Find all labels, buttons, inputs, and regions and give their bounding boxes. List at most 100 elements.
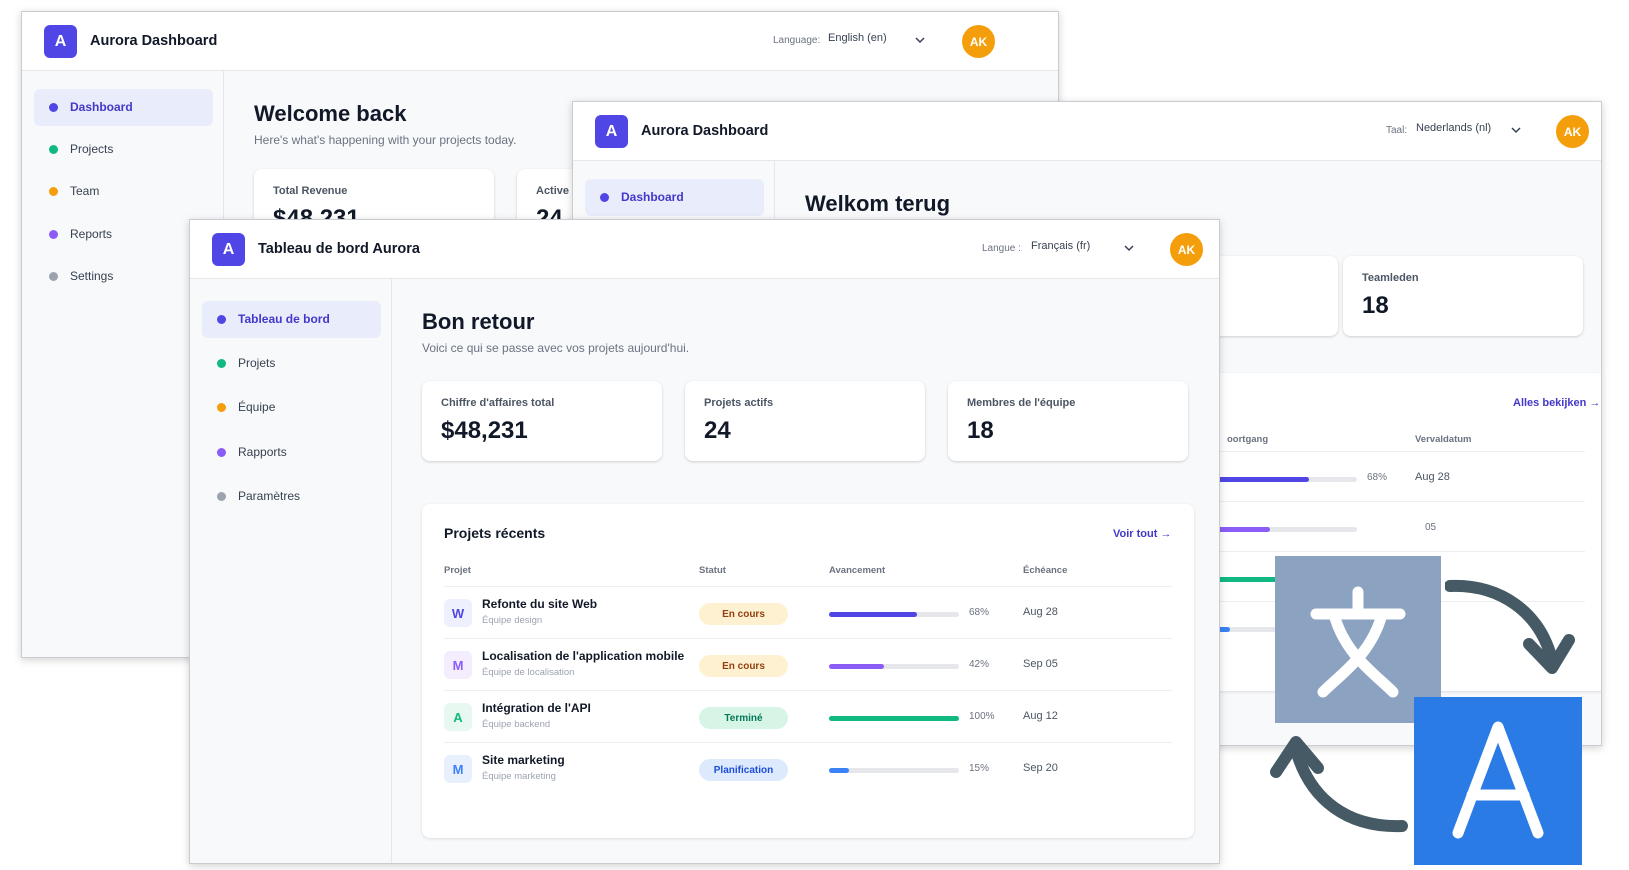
user-avatar[interactable]: AK xyxy=(962,25,995,58)
table-row[interactable]: A Intégration de l'API Équipe backend Te… xyxy=(444,690,1172,742)
app-logo: A xyxy=(44,25,77,58)
sidebar-item-label: Projects xyxy=(70,142,114,156)
progress-bar xyxy=(829,768,959,773)
nav-dot-icon xyxy=(217,403,226,412)
app-header: A Aurora Dashboard Taal: Nederlands (nl)… xyxy=(573,102,1601,161)
project-name[interactable]: Refonte du site Web xyxy=(482,597,597,611)
project-team: Équipe backend xyxy=(482,719,551,730)
page-title: Welkom terug xyxy=(805,191,951,216)
project-avatar: M xyxy=(444,755,472,783)
table-row[interactable]: M Site marketing Équipe marketing Planif… xyxy=(444,742,1172,794)
stat-label: Total Revenue xyxy=(273,185,348,197)
sidebar-item-settings[interactable]: Settings xyxy=(34,258,213,295)
due-date: Sep 20 xyxy=(1023,762,1058,774)
user-avatar[interactable]: AK xyxy=(1170,233,1203,266)
project-name[interactable]: Intégration de l'API xyxy=(482,701,591,715)
stat-card-team-members: Teamleden 18 xyxy=(1343,256,1583,336)
due-date-partial: 05 xyxy=(1425,522,1437,533)
due-date: Aug 28 xyxy=(1415,471,1450,483)
translate-target-icon xyxy=(1414,697,1582,865)
progress-percent: 42% xyxy=(969,659,990,670)
project-name[interactable]: Site marketing xyxy=(482,753,565,767)
table-row[interactable]: W Refonte du site Web Équipe design En c… xyxy=(444,586,1172,638)
stat-label: Chiffre d'affaires total xyxy=(441,397,555,409)
project-team: Équipe design xyxy=(482,615,543,626)
view-all-link[interactable]: Voir tout → xyxy=(1113,528,1171,540)
app-logo: A xyxy=(212,233,245,266)
nav-dot-icon xyxy=(49,230,58,239)
sidebar-item-projects[interactable]: Projets xyxy=(202,345,381,382)
sidebar-item-label: Rapports xyxy=(238,445,287,459)
language-label: Language: xyxy=(773,35,821,46)
table-row[interactable]: M Localisation de l'application mobile É… xyxy=(444,638,1172,690)
sidebar-item-dashboard[interactable]: Dashboard xyxy=(34,89,213,126)
column-header-due: Échéance xyxy=(1023,565,1068,576)
app-header: A Aurora Dashboard Language: English (en… xyxy=(22,12,1058,71)
app-header: A Tableau de bord Aurora Langue : França… xyxy=(190,220,1219,279)
sidebar-item-label: Équipe xyxy=(238,400,276,414)
project-avatar: W xyxy=(444,599,472,627)
stat-card-active-projects: Projets actifs 24 xyxy=(685,381,925,461)
sidebar-item-projects[interactable]: Projects xyxy=(34,131,213,168)
recent-projects-panel: Projets récents Voir tout → Projet Statu… xyxy=(422,504,1194,838)
sidebar-item-reports[interactable]: Rapports xyxy=(202,434,381,471)
status-badge: En cours xyxy=(699,603,788,625)
column-header-progress: oortgang xyxy=(1227,434,1269,445)
chevron-down-icon[interactable] xyxy=(1123,242,1135,254)
sidebar-item-label: Dashboard xyxy=(621,190,684,204)
nav-dot-icon xyxy=(217,315,226,324)
progress-percent: 68% xyxy=(1367,472,1388,483)
language-select[interactable]: Français (fr) xyxy=(1031,240,1090,252)
progress-bar xyxy=(829,612,959,617)
sidebar-item-label: Dashboard xyxy=(70,100,133,114)
sidebar: Tableau de bord Projets Équipe Rapports … xyxy=(190,279,392,863)
progress-fill xyxy=(829,768,849,773)
project-avatar: A xyxy=(444,703,472,731)
page-title: Welcome back xyxy=(254,101,407,126)
nav-dot-icon xyxy=(217,448,226,457)
sidebar-item-settings[interactable]: Paramètres xyxy=(202,478,381,515)
view-all-link[interactable]: Alles bekijken → xyxy=(1513,397,1600,409)
user-avatar[interactable]: AK xyxy=(1556,115,1589,148)
sidebar-item-reports[interactable]: Reports xyxy=(34,216,213,253)
stat-label: Membres de l'équipe xyxy=(967,397,1076,409)
language-label: Langue : xyxy=(982,243,1021,254)
sidebar-item-team[interactable]: Team xyxy=(34,173,213,210)
latin-letter-a-icon xyxy=(1452,721,1544,839)
language-select[interactable]: English (en) xyxy=(828,32,887,44)
progress-bar xyxy=(829,716,959,721)
app-title: Tableau de bord Aurora xyxy=(258,241,420,257)
sidebar-item-dashboard[interactable]: Tableau de bord xyxy=(202,301,381,338)
nav-dot-icon xyxy=(49,103,58,112)
progress-bar xyxy=(1207,527,1357,532)
chevron-down-icon[interactable] xyxy=(914,34,926,46)
stat-value: $48,231 xyxy=(441,417,528,444)
nav-dot-icon xyxy=(217,492,226,501)
project-avatar: M xyxy=(444,651,472,679)
nav-dot-icon xyxy=(600,193,609,202)
sidebar-item-team[interactable]: Équipe xyxy=(202,389,381,426)
sidebar-item-label: Settings xyxy=(70,269,114,283)
status-badge: Planification xyxy=(699,759,788,781)
main-content: Bon retour Voici ce qui se passe avec vo… xyxy=(392,279,1219,863)
project-name[interactable]: Localisation de l'application mobile xyxy=(482,649,684,663)
progress-fill xyxy=(829,612,918,617)
sidebar-item-label: Team xyxy=(70,184,100,198)
arrow-forward-icon xyxy=(1445,579,1575,674)
sidebar-item-label: Projets xyxy=(238,356,276,370)
project-team: Équipe marketing xyxy=(482,771,556,782)
due-date: Aug 28 xyxy=(1023,606,1058,618)
progress-percent: 15% xyxy=(969,763,990,774)
page-title: Bon retour xyxy=(422,309,535,334)
chevron-down-icon[interactable] xyxy=(1510,124,1522,136)
dashboard-window-french: A Tableau de bord Aurora Langue : França… xyxy=(189,219,1220,864)
app-logo: A xyxy=(595,115,628,148)
stat-value: 18 xyxy=(1362,292,1389,319)
column-header-status: Statut xyxy=(699,565,726,576)
sidebar-item-label: Paramètres xyxy=(238,489,301,503)
sidebar-item-label: Reports xyxy=(70,227,113,241)
language-select[interactable]: Nederlands (nl) xyxy=(1416,122,1491,134)
sidebar-item-dashboard[interactable]: Dashboard xyxy=(585,179,764,216)
progress-bar xyxy=(829,664,959,669)
progress-percent: 100% xyxy=(969,711,995,722)
